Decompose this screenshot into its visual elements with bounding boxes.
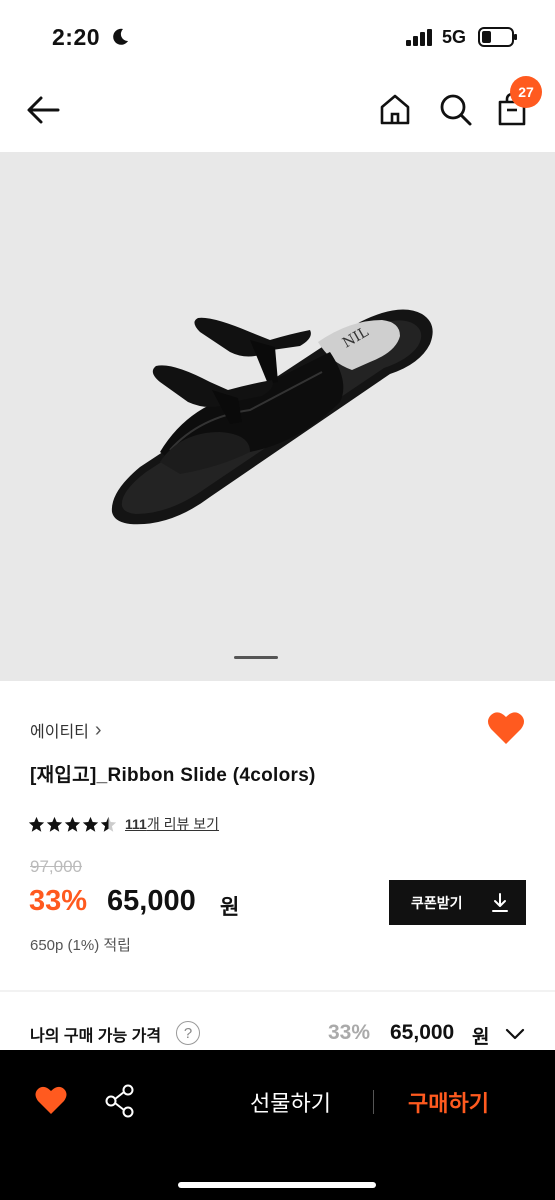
cart-count-badge: 27 <box>510 76 542 108</box>
search-icon[interactable] <box>436 90 474 128</box>
share-icon[interactable] <box>104 1084 136 1118</box>
rating-stars <box>28 816 117 833</box>
sale-price: 65,000 <box>107 885 196 917</box>
my-price-currency: 원 <box>472 1027 490 1048</box>
discount-rate: 33% <box>29 885 88 917</box>
battery-icon <box>478 27 517 47</box>
back-arrow-icon[interactable] <box>24 90 64 130</box>
reward-points: 650p (1%) 적립 <box>30 937 131 954</box>
buy-button[interactable]: 구매하기 <box>408 1086 489 1118</box>
review-count: 111 <box>125 816 147 832</box>
status-bar: 2:20 5G <box>0 0 555 72</box>
home-icon[interactable] <box>376 90 414 128</box>
home-indicator <box>178 1182 376 1188</box>
coupon-button-label: 쿠폰받기 <box>411 894 463 911</box>
my-price-label: 나의 구매 가능 가격 <box>30 1028 162 1045</box>
gift-button[interactable]: 선물하기 <box>250 1086 331 1118</box>
moon-icon <box>113 28 128 45</box>
signal-icon <box>406 29 432 46</box>
product-image: NIL <box>111 309 433 525</box>
review-link-label: 개 리뷰 보기 <box>146 816 220 832</box>
star-icon <box>46 816 63 832</box>
coupon-download-button[interactable]: 쿠폰받기 <box>389 880 526 925</box>
heart-icon[interactable] <box>34 1084 68 1116</box>
section-divider <box>0 990 555 992</box>
my-price-discount-rate: 33% <box>328 1021 371 1044</box>
original-price: 97,000 <box>30 857 82 876</box>
my-price-value: 65,000 <box>390 1021 455 1044</box>
wishlist-heart-icon[interactable] <box>487 710 525 746</box>
image-pager-indicator <box>234 656 278 659</box>
top-nav-bar <box>0 72 555 152</box>
product-title: [재입고]_Ribbon Slide (4colors) <box>30 765 316 786</box>
half-star-icon <box>100 816 117 832</box>
status-time: 2:20 <box>52 24 101 50</box>
rating-row: 111개 리뷰 보기 <box>28 814 219 834</box>
chevron-right-icon: › <box>94 718 102 741</box>
star-icon <box>28 816 45 832</box>
star-icon <box>64 816 81 832</box>
button-divider <box>373 1090 374 1114</box>
product-image-carousel[interactable]: NIL <box>0 152 555 681</box>
help-icon[interactable]: ? <box>176 1021 200 1045</box>
star-icon <box>82 816 99 832</box>
download-icon <box>492 893 508 912</box>
chevron-down-icon[interactable] <box>503 1022 527 1046</box>
brand-link[interactable]: 에이티티 › <box>30 718 102 742</box>
brand-name: 에이티티 <box>30 724 89 741</box>
review-link[interactable]: 111개 리뷰 보기 <box>125 814 219 834</box>
sale-price-currency: 원 <box>220 896 240 919</box>
bottom-action-bar: 선물하기 구매하기 <box>0 1050 555 1200</box>
network-label: 5G <box>442 27 467 47</box>
